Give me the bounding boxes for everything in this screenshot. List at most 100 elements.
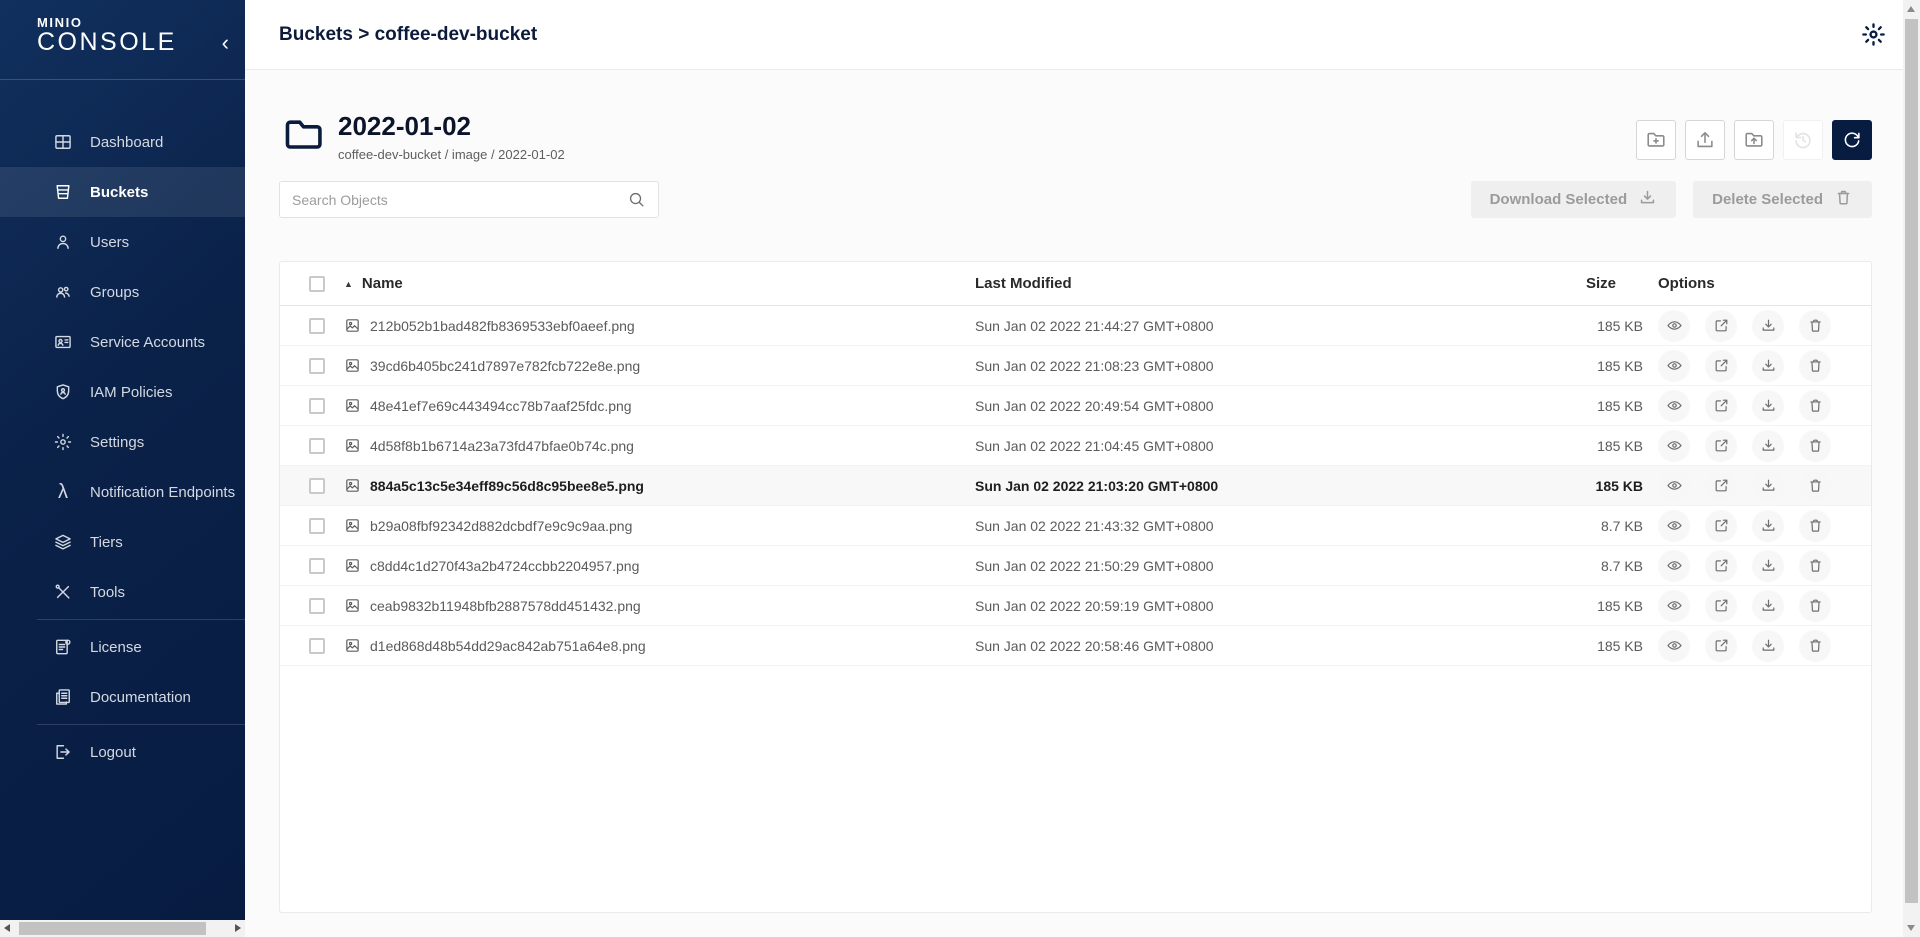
delete-selected-button[interactable]: Delete Selected [1693,181,1872,218]
share-object-button[interactable] [1705,550,1737,582]
sidebar-item-settings[interactable]: Settings [0,417,245,467]
sidebar-item-service-accounts[interactable]: Service Accounts [0,317,245,367]
sort-asc-icon[interactable]: ▲ [344,279,353,289]
preview-object-button[interactable] [1658,630,1690,662]
sidebar-item-label: License [90,639,142,656]
row-checkbox[interactable] [309,318,325,334]
settings-gear-button[interactable] [1859,21,1887,49]
object-row[interactable]: 39cd6b405bc241d7897e782fcb722e8e.pngSun … [280,346,1871,386]
sidebar-item-notification-endpoints[interactable]: λNotification Endpoints [0,467,245,517]
sidebar-item-logout[interactable]: Logout [0,727,245,777]
vertical-scroll-thumb[interactable] [1905,19,1918,903]
object-name[interactable]: 48e41ef7e69c443494cc78b7aaf25fdc.png [370,398,632,414]
sidebar-item-documentation[interactable]: Documentation [0,672,245,722]
sidebar-item-iam-policies[interactable]: IAM Policies [0,367,245,417]
delete-object-button[interactable] [1799,350,1831,382]
download-object-button[interactable] [1752,630,1784,662]
preview-object-button[interactable] [1658,470,1690,502]
refresh-button[interactable] [1832,120,1872,160]
vertical-scrollbar[interactable] [1903,0,1920,937]
object-row[interactable]: d1ed868d48b54dd29ac842ab751a64e8.pngSun … [280,626,1871,666]
download-object-button[interactable] [1752,350,1784,382]
object-row[interactable]: 212b052b1bad482fb8369533ebf0aeef.pngSun … [280,306,1871,346]
share-object-button[interactable] [1705,310,1737,342]
delete-object-button[interactable] [1799,310,1831,342]
upload-folder-button[interactable] [1734,120,1774,160]
preview-object-button[interactable] [1658,390,1690,422]
rewind-button[interactable] [1783,120,1823,160]
sidebar-item-groups[interactable]: Groups [0,267,245,317]
preview-object-button[interactable] [1658,510,1690,542]
delete-object-button[interactable] [1799,390,1831,422]
scroll-right-arrow[interactable] [235,924,241,932]
row-checkbox[interactable] [309,438,325,454]
share-object-button[interactable] [1705,430,1737,462]
share-object-button[interactable] [1705,390,1737,422]
share-object-button[interactable] [1705,590,1737,622]
delete-object-button[interactable] [1799,590,1831,622]
download-object-button[interactable] [1752,510,1784,542]
preview-object-button[interactable] [1658,350,1690,382]
row-checkbox[interactable] [309,478,325,494]
object-name[interactable]: c8dd4c1d270f43a2b4724ccbb2204957.png [370,558,639,574]
sidebar-item-dashboard[interactable]: Dashboard [0,117,245,167]
object-row[interactable]: c8dd4c1d270f43a2b4724ccbb2204957.pngSun … [280,546,1871,586]
object-row[interactable]: b29a08fbf92342d882dcbdf7e9c9c9aa.pngSun … [280,506,1871,546]
object-name[interactable]: b29a08fbf92342d882dcbdf7e9c9c9aa.png [370,518,632,534]
object-row[interactable]: 884a5c13c5e34eff89c56d8c95bee8e5.pngSun … [280,466,1871,506]
sidebar-item-users[interactable]: Users [0,217,245,267]
row-checkbox[interactable] [309,358,325,374]
header-size[interactable]: Size [1395,275,1643,292]
upload-file-button[interactable] [1685,120,1725,160]
share-object-button[interactable] [1705,470,1737,502]
share-object-button[interactable] [1705,630,1737,662]
object-name[interactable]: 212b052b1bad482fb8369533ebf0aeef.png [370,318,635,334]
download-object-button[interactable] [1752,470,1784,502]
sidebar-item-tools[interactable]: Tools [0,567,245,617]
download-selected-button[interactable]: Download Selected [1471,181,1677,218]
row-checkbox[interactable] [309,518,325,534]
delete-object-button[interactable] [1799,510,1831,542]
object-name[interactable]: 884a5c13c5e34eff89c56d8c95bee8e5.png [370,478,644,494]
header-name[interactable]: Name [362,275,403,292]
scroll-up-arrow[interactable] [1907,6,1915,12]
object-name[interactable]: 39cd6b405bc241d7897e782fcb722e8e.png [370,358,640,374]
preview-object-button[interactable] [1658,430,1690,462]
scroll-left-arrow[interactable] [4,924,10,932]
delete-object-button[interactable] [1799,430,1831,462]
delete-object-button[interactable] [1799,630,1831,662]
download-object-button[interactable] [1752,550,1784,582]
header-last-modified[interactable]: Last Modified [975,275,1395,292]
object-row[interactable]: 4d58f8b1b6714a23a73fd47bfae0b74c.pngSun … [280,426,1871,466]
share-object-button[interactable] [1705,350,1737,382]
delete-object-button[interactable] [1799,550,1831,582]
delete-object-button[interactable] [1799,470,1831,502]
horizontal-scroll-thumb[interactable] [19,922,206,935]
preview-object-button[interactable] [1658,550,1690,582]
scroll-down-arrow[interactable] [1907,925,1915,931]
object-name[interactable]: d1ed868d48b54dd29ac842ab751a64e8.png [370,638,646,654]
create-path-button[interactable] [1636,120,1676,160]
preview-object-button[interactable] [1658,310,1690,342]
object-name[interactable]: 4d58f8b1b6714a23a73fd47bfae0b74c.png [370,438,634,454]
row-checkbox[interactable] [309,638,325,654]
horizontal-scrollbar[interactable] [0,920,245,937]
sidebar-item-buckets[interactable]: Buckets [0,167,245,217]
download-object-button[interactable] [1752,430,1784,462]
download-object-button[interactable] [1752,390,1784,422]
row-checkbox[interactable] [309,598,325,614]
row-checkbox[interactable] [309,558,325,574]
preview-object-button[interactable] [1658,590,1690,622]
row-checkbox[interactable] [309,398,325,414]
sidebar-collapse-button[interactable]: ‹ [222,32,229,54]
search-input[interactable] [292,192,627,208]
download-object-button[interactable] [1752,590,1784,622]
download-object-button[interactable] [1752,310,1784,342]
share-object-button[interactable] [1705,510,1737,542]
select-all-checkbox[interactable] [309,276,325,292]
sidebar-item-tiers[interactable]: Tiers [0,517,245,567]
object-row[interactable]: ceab9832b11948bfb2887578dd451432.pngSun … [280,586,1871,626]
object-name[interactable]: ceab9832b11948bfb2887578dd451432.png [370,598,641,614]
sidebar-item-license[interactable]: License [0,622,245,672]
object-row[interactable]: 48e41ef7e69c443494cc78b7aaf25fdc.pngSun … [280,386,1871,426]
